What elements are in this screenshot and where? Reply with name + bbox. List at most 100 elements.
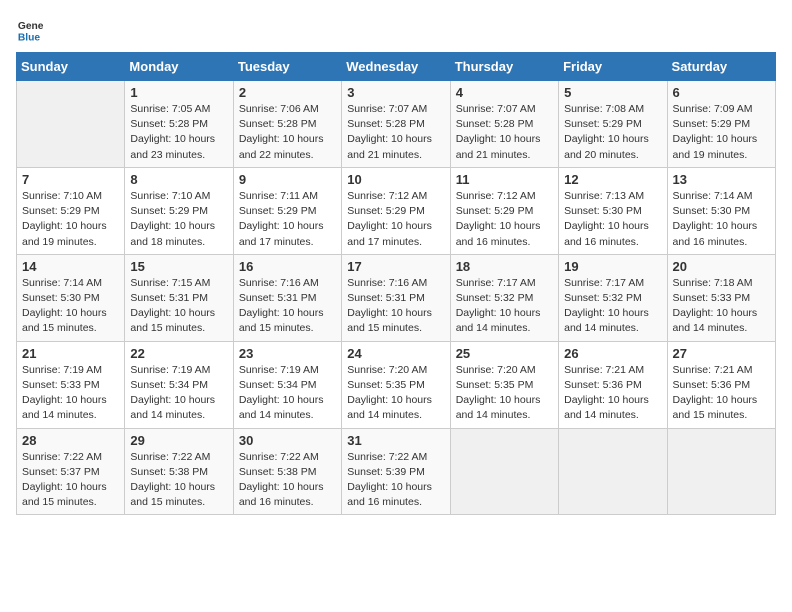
day-info: Sunrise: 7:19 AM Sunset: 5:33 PM Dayligh… [22, 363, 119, 424]
calendar-cell: 5 Sunrise: 7:08 AM Sunset: 5:29 PM Daylig… [559, 81, 667, 168]
calendar-cell: 9 Sunrise: 7:11 AM Sunset: 5:29 PM Daylig… [233, 167, 341, 254]
day-number: 23 [239, 346, 336, 361]
day-info: Sunrise: 7:05 AM Sunset: 5:28 PM Dayligh… [130, 102, 227, 163]
calendar-table: SundayMondayTuesdayWednesdayThursdayFrid… [16, 52, 776, 515]
day-info: Sunrise: 7:21 AM Sunset: 5:36 PM Dayligh… [564, 363, 661, 424]
header-cell-friday: Friday [559, 53, 667, 81]
day-info: Sunrise: 7:12 AM Sunset: 5:29 PM Dayligh… [456, 189, 553, 250]
day-info: Sunrise: 7:07 AM Sunset: 5:28 PM Dayligh… [347, 102, 444, 163]
day-number: 29 [130, 433, 227, 448]
day-info: Sunrise: 7:22 AM Sunset: 5:39 PM Dayligh… [347, 450, 444, 511]
day-number: 22 [130, 346, 227, 361]
day-number: 8 [130, 172, 227, 187]
day-number: 9 [239, 172, 336, 187]
calendar-cell: 27 Sunrise: 7:21 AM Sunset: 5:36 PM Dayli… [667, 341, 775, 428]
day-info: Sunrise: 7:19 AM Sunset: 5:34 PM Dayligh… [239, 363, 336, 424]
day-info: Sunrise: 7:13 AM Sunset: 5:30 PM Dayligh… [564, 189, 661, 250]
day-number: 25 [456, 346, 553, 361]
calendar-body: 1 Sunrise: 7:05 AM Sunset: 5:28 PM Daylig… [17, 81, 776, 515]
calendar-cell [450, 428, 558, 515]
day-number: 18 [456, 259, 553, 274]
calendar-cell: 23 Sunrise: 7:19 AM Sunset: 5:34 PM Dayli… [233, 341, 341, 428]
calendar-cell: 8 Sunrise: 7:10 AM Sunset: 5:29 PM Daylig… [125, 167, 233, 254]
header-cell-monday: Monday [125, 53, 233, 81]
day-number: 31 [347, 433, 444, 448]
day-number: 4 [456, 85, 553, 100]
day-info: Sunrise: 7:10 AM Sunset: 5:29 PM Dayligh… [130, 189, 227, 250]
day-info: Sunrise: 7:18 AM Sunset: 5:33 PM Dayligh… [673, 276, 770, 337]
day-info: Sunrise: 7:08 AM Sunset: 5:29 PM Dayligh… [564, 102, 661, 163]
day-number: 13 [673, 172, 770, 187]
day-info: Sunrise: 7:09 AM Sunset: 5:29 PM Dayligh… [673, 102, 770, 163]
day-info: Sunrise: 7:22 AM Sunset: 5:38 PM Dayligh… [130, 450, 227, 511]
calendar-cell: 15 Sunrise: 7:15 AM Sunset: 5:31 PM Dayli… [125, 254, 233, 341]
svg-text:General: General [18, 21, 44, 32]
calendar-cell: 25 Sunrise: 7:20 AM Sunset: 5:35 PM Dayli… [450, 341, 558, 428]
day-info: Sunrise: 7:20 AM Sunset: 5:35 PM Dayligh… [456, 363, 553, 424]
calendar-cell: 3 Sunrise: 7:07 AM Sunset: 5:28 PM Daylig… [342, 81, 450, 168]
day-info: Sunrise: 7:07 AM Sunset: 5:28 PM Dayligh… [456, 102, 553, 163]
calendar-cell: 29 Sunrise: 7:22 AM Sunset: 5:38 PM Dayli… [125, 428, 233, 515]
day-number: 21 [22, 346, 119, 361]
day-number: 2 [239, 85, 336, 100]
day-info: Sunrise: 7:16 AM Sunset: 5:31 PM Dayligh… [347, 276, 444, 337]
header-cell-sunday: Sunday [17, 53, 125, 81]
week-row-2: 14 Sunrise: 7:14 AM Sunset: 5:30 PM Dayli… [17, 254, 776, 341]
week-row-4: 28 Sunrise: 7:22 AM Sunset: 5:37 PM Dayli… [17, 428, 776, 515]
week-row-3: 21 Sunrise: 7:19 AM Sunset: 5:33 PM Dayli… [17, 341, 776, 428]
day-info: Sunrise: 7:21 AM Sunset: 5:36 PM Dayligh… [673, 363, 770, 424]
day-info: Sunrise: 7:20 AM Sunset: 5:35 PM Dayligh… [347, 363, 444, 424]
day-number: 5 [564, 85, 661, 100]
calendar-cell: 30Sunrise: 7:22 AM Sunset: 5:38 PM Dayli… [233, 428, 341, 515]
logo-icon: General Blue [16, 16, 44, 44]
calendar-cell: 19Sunrise: 7:17 AM Sunset: 5:32 PM Dayli… [559, 254, 667, 341]
day-info: Sunrise: 7:16 AM Sunset: 5:31 PM Dayligh… [239, 276, 336, 337]
calendar-cell: 7 Sunrise: 7:10 AM Sunset: 5:29 PM Daylig… [17, 167, 125, 254]
day-info: Sunrise: 7:10 AM Sunset: 5:29 PM Dayligh… [22, 189, 119, 250]
day-number: 14 [22, 259, 119, 274]
header: General Blue [16, 16, 776, 44]
day-number: 12 [564, 172, 661, 187]
logo: General Blue [16, 16, 48, 44]
day-number: 28 [22, 433, 119, 448]
week-row-0: 1 Sunrise: 7:05 AM Sunset: 5:28 PM Daylig… [17, 81, 776, 168]
day-number: 11 [456, 172, 553, 187]
week-row-1: 7 Sunrise: 7:10 AM Sunset: 5:29 PM Daylig… [17, 167, 776, 254]
day-number: 26 [564, 346, 661, 361]
calendar-cell: 22 Sunrise: 7:19 AM Sunset: 5:34 PM Dayli… [125, 341, 233, 428]
day-info: Sunrise: 7:14 AM Sunset: 5:30 PM Dayligh… [673, 189, 770, 250]
svg-text:Blue: Blue [18, 32, 41, 43]
calendar-cell [17, 81, 125, 168]
header-row: SundayMondayTuesdayWednesdayThursdayFrid… [17, 53, 776, 81]
calendar-cell: 21 Sunrise: 7:19 AM Sunset: 5:33 PM Dayli… [17, 341, 125, 428]
day-info: Sunrise: 7:22 AM Sunset: 5:37 PM Dayligh… [22, 450, 119, 511]
day-number: 15 [130, 259, 227, 274]
calendar-cell: 10 Sunrise: 7:12 AM Sunset: 5:29 PM Dayli… [342, 167, 450, 254]
calendar-cell: 24Sunrise: 7:20 AM Sunset: 5:35 PM Dayli… [342, 341, 450, 428]
day-number: 27 [673, 346, 770, 361]
calendar-cell: 31 Sunrise: 7:22 AM Sunset: 5:39 PM Dayli… [342, 428, 450, 515]
day-info: Sunrise: 7:19 AM Sunset: 5:34 PM Dayligh… [130, 363, 227, 424]
calendar-cell: 18Sunrise: 7:17 AM Sunset: 5:32 PM Dayli… [450, 254, 558, 341]
calendar-cell [559, 428, 667, 515]
day-info: Sunrise: 7:12 AM Sunset: 5:29 PM Dayligh… [347, 189, 444, 250]
day-number: 1 [130, 85, 227, 100]
day-number: 10 [347, 172, 444, 187]
calendar-cell: 17Sunrise: 7:16 AM Sunset: 5:31 PM Dayli… [342, 254, 450, 341]
day-number: 20 [673, 259, 770, 274]
day-number: 3 [347, 85, 444, 100]
day-number: 30 [239, 433, 336, 448]
calendar-cell: 20 Sunrise: 7:18 AM Sunset: 5:33 PM Dayli… [667, 254, 775, 341]
day-info: Sunrise: 7:11 AM Sunset: 5:29 PM Dayligh… [239, 189, 336, 250]
calendar-cell: 16Sunrise: 7:16 AM Sunset: 5:31 PM Dayli… [233, 254, 341, 341]
day-number: 7 [22, 172, 119, 187]
calendar-cell: 13 Sunrise: 7:14 AM Sunset: 5:30 PM Dayli… [667, 167, 775, 254]
header-cell-wednesday: Wednesday [342, 53, 450, 81]
day-info: Sunrise: 7:15 AM Sunset: 5:31 PM Dayligh… [130, 276, 227, 337]
header-cell-saturday: Saturday [667, 53, 775, 81]
calendar-cell: 1 Sunrise: 7:05 AM Sunset: 5:28 PM Daylig… [125, 81, 233, 168]
day-info: Sunrise: 7:14 AM Sunset: 5:30 PM Dayligh… [22, 276, 119, 337]
calendar-cell: 26 Sunrise: 7:21 AM Sunset: 5:36 PM Dayli… [559, 341, 667, 428]
calendar-header: SundayMondayTuesdayWednesdayThursdayFrid… [17, 53, 776, 81]
header-cell-tuesday: Tuesday [233, 53, 341, 81]
